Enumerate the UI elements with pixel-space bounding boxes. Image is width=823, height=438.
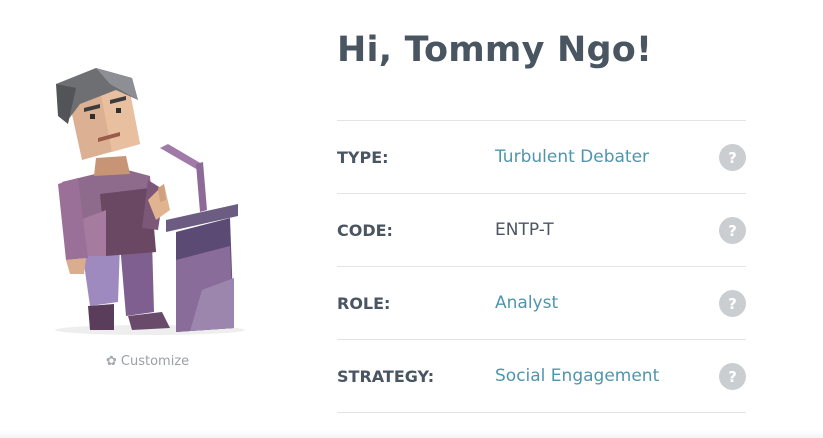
question-circle-icon[interactable]: ?	[719, 290, 746, 317]
trait-label: ROLE:	[337, 294, 391, 313]
trait-value-link[interactable]: Turbulent Debater	[495, 147, 649, 167]
trait-value-link[interactable]: Social Engagement	[495, 366, 659, 386]
trait-label: TYPE:	[337, 148, 389, 167]
trait-label: CODE:	[337, 221, 393, 240]
page-bottom-fade	[0, 430, 823, 438]
trait-value: ENTP-T	[495, 220, 554, 240]
trait-row-role: ROLE: Analyst ?	[337, 267, 746, 340]
trait-value-link[interactable]: Analyst	[495, 293, 558, 313]
page-title: Hi, Tommy Ngo!	[337, 30, 653, 70]
gear-icon: ✿	[106, 354, 117, 369]
trait-label: STRATEGY:	[337, 367, 435, 386]
question-circle-icon[interactable]: ?	[719, 144, 746, 171]
trait-row-code: CODE: ENTP-T ?	[337, 194, 746, 267]
question-circle-icon[interactable]: ?	[719, 217, 746, 244]
avatar	[40, 60, 260, 340]
customize-label: Customize	[120, 354, 190, 369]
trait-row-strategy: STRATEGY: Social Engagement ?	[337, 340, 746, 413]
customize-link[interactable]: ✿ Customize	[106, 354, 189, 369]
trait-row-type: TYPE: Turbulent Debater ?	[337, 121, 746, 194]
traits-list: TYPE: Turbulent Debater ? CODE: ENTP-T ?…	[337, 120, 746, 413]
question-circle-icon[interactable]: ?	[719, 363, 746, 390]
debater-avatar-illustration	[55, 68, 245, 335]
